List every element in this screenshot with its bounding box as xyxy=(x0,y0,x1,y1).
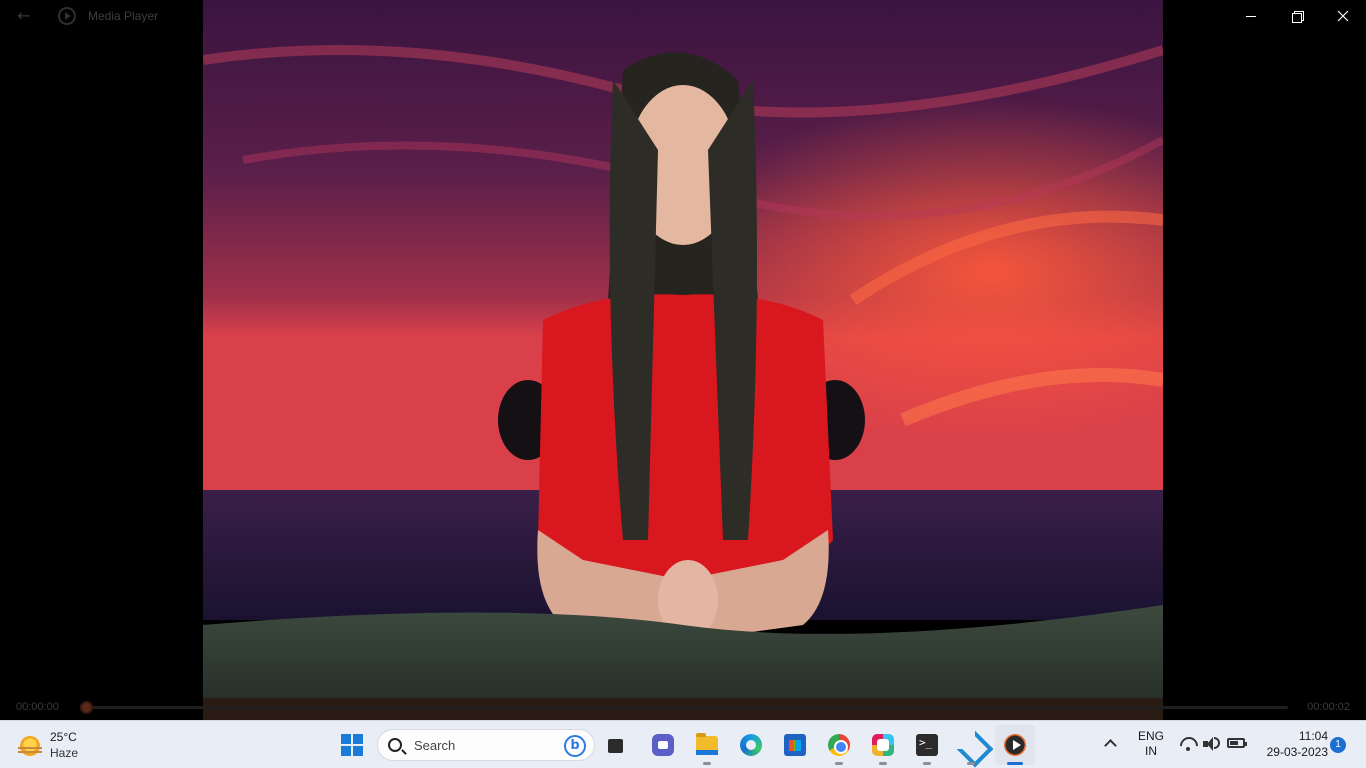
desktop: ← Media Player 00:00:00 00:00:02 25°C Ha… xyxy=(0,0,1366,768)
edge-icon xyxy=(740,734,762,756)
vscode-icon xyxy=(960,734,982,756)
notification-badge[interactable]: 1 xyxy=(1330,737,1346,753)
taskbar-app-teams[interactable] xyxy=(643,725,683,765)
taskbar-app-terminal[interactable] xyxy=(907,725,947,765)
slack-icon xyxy=(872,734,894,756)
media-player-window: ← Media Player 00:00:00 00:00:02 xyxy=(0,0,1366,720)
clock[interactable]: 11:04 29-03-2023 xyxy=(1254,728,1328,760)
running-indicator xyxy=(923,762,931,765)
wifi-icon[interactable] xyxy=(1179,736,1197,752)
running-indicator xyxy=(835,762,843,765)
running-indicator xyxy=(703,762,711,765)
taskbar-app-store[interactable] xyxy=(775,725,815,765)
task-view-icon xyxy=(606,734,628,756)
close-icon xyxy=(1337,10,1349,22)
window-title: Media Player xyxy=(88,9,159,23)
active-indicator xyxy=(1007,762,1023,765)
running-indicator xyxy=(967,762,975,765)
teams-icon xyxy=(652,734,674,756)
restore-icon xyxy=(1292,11,1304,23)
video-frame[interactable] xyxy=(203,0,1163,720)
seek-bar[interactable] xyxy=(86,706,1288,709)
total-time: 00:00:02 xyxy=(1307,701,1350,713)
chrome-icon xyxy=(828,734,850,756)
elapsed-time: 00:00:00 xyxy=(16,701,59,713)
input-language[interactable]: ENG IN xyxy=(1134,729,1168,759)
clock-date: 29-03-2023 xyxy=(1266,745,1328,759)
back-arrow-icon[interactable]: ← xyxy=(12,6,36,26)
store-icon xyxy=(784,734,806,756)
taskbar-app-vscode[interactable] xyxy=(951,725,991,765)
terminal-icon xyxy=(916,734,938,756)
restore-button[interactable] xyxy=(1274,0,1320,32)
minimize-button[interactable] xyxy=(1228,0,1274,32)
seek-thumb[interactable] xyxy=(80,701,93,714)
video-scene xyxy=(203,0,1163,720)
sun-haze-icon xyxy=(18,736,42,756)
weather-condition: Haze xyxy=(50,746,79,760)
weather-widget[interactable]: 25°C Haze xyxy=(14,727,134,763)
close-button[interactable] xyxy=(1320,0,1366,32)
start-button[interactable] xyxy=(336,727,368,763)
clock-time: 11:04 xyxy=(1298,729,1328,743)
windows-logo-icon xyxy=(341,734,363,756)
language-code: ENG xyxy=(1137,729,1164,743)
region-code: IN xyxy=(1145,744,1157,758)
taskbar-app-edge[interactable] xyxy=(731,725,771,765)
taskbar-app-chrome[interactable] xyxy=(819,725,859,765)
taskbar-app-file-explorer[interactable] xyxy=(687,725,727,765)
battery-icon[interactable] xyxy=(1227,738,1247,748)
bing-icon[interactable]: b xyxy=(564,735,586,757)
search-placeholder: Search xyxy=(414,738,456,753)
taskbar: 25°C Haze Search b ENG IN 11:04 xyxy=(0,720,1366,768)
search-icon xyxy=(388,738,402,752)
minimize-icon xyxy=(1246,15,1256,17)
folder-icon xyxy=(696,733,718,755)
media-player-app-icon xyxy=(58,7,76,25)
running-indicator xyxy=(879,762,887,765)
search-box[interactable]: Search b xyxy=(377,729,595,761)
media-player-icon xyxy=(1004,734,1026,756)
taskbar-app-task-view[interactable] xyxy=(597,725,637,765)
weather-temperature: 25°C xyxy=(50,730,77,744)
title-bar: ← Media Player xyxy=(0,0,1366,32)
show-hidden-icons-chevron-up-icon[interactable] xyxy=(1102,735,1120,753)
taskbar-app-slack[interactable] xyxy=(863,725,903,765)
taskbar-app-media-player[interactable] xyxy=(995,725,1035,765)
